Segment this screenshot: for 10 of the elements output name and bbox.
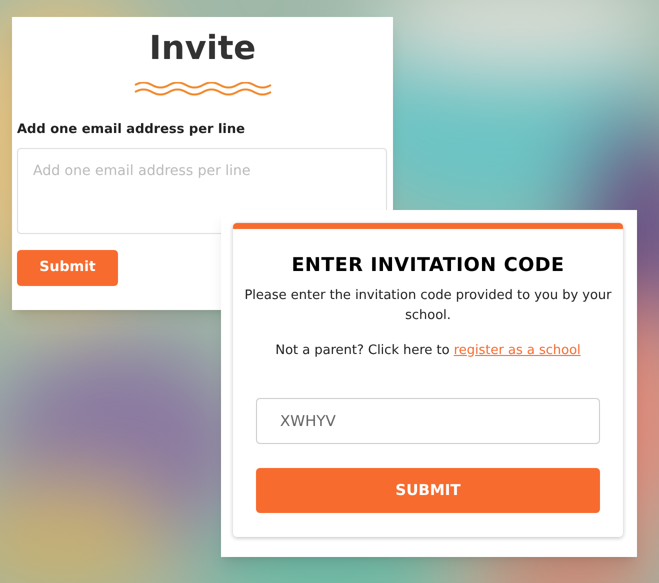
code-submit-button[interactable]: SUBMIT	[256, 468, 600, 513]
invitation-code-field[interactable]: XWHYV	[256, 398, 600, 444]
register-link[interactable]: register as a school	[454, 342, 581, 358]
invite-title: Invite	[149, 27, 256, 68]
email-field-label: Add one email address per line	[17, 121, 246, 140]
register-prompt: Not a parent? Click here to register as a school	[275, 342, 581, 360]
instructions-text: Please enter the invitation code provided to you by your school.	[243, 286, 613, 324]
submit-button[interactable]: Submit	[17, 250, 118, 286]
wavy-divider-icon	[134, 82, 272, 96]
code-title: ENTER INVITATION CODE	[291, 253, 565, 278]
